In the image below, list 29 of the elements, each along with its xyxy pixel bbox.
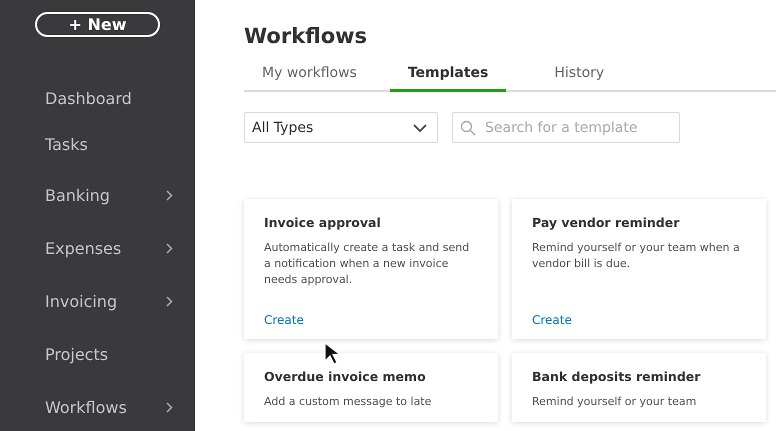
nav-item[interactable]: Tasks bbox=[0, 119, 195, 169]
card-title: Pay vendor reminder bbox=[532, 215, 680, 230]
new-button[interactable]: + New bbox=[35, 12, 160, 37]
card-title: Invoice approval bbox=[264, 215, 382, 230]
nav-item[interactable]: Projects bbox=[0, 328, 195, 381]
card-title: Bank deposits reminder bbox=[532, 369, 702, 384]
chevron-down-icon bbox=[413, 124, 427, 132]
nav-item[interactable]: Banking bbox=[0, 169, 195, 222]
chevron-right-icon bbox=[166, 402, 173, 413]
tab[interactable]: Templates bbox=[390, 65, 506, 92]
page-title: Workflows bbox=[244, 24, 368, 48]
nav-item[interactable]: Expenses bbox=[0, 222, 195, 275]
chevron-right-icon bbox=[166, 190, 173, 201]
tab[interactable]: History bbox=[536, 65, 622, 92]
chevron-right-icon bbox=[166, 243, 173, 254]
type-dropdown[interactable]: All Types bbox=[244, 112, 438, 143]
card-description: Remind yourself or your team bbox=[532, 394, 698, 410]
chevron-right-icon bbox=[166, 296, 173, 307]
create-link[interactable]: Create bbox=[264, 313, 304, 327]
search-field[interactable]: Search for a template bbox=[452, 112, 680, 143]
card-description: Add a custom message to late bbox=[264, 394, 432, 410]
nav-item[interactable]: Workflows bbox=[0, 381, 195, 431]
create-link[interactable]: Create bbox=[532, 313, 572, 327]
nav-item[interactable]: Invoicing bbox=[0, 275, 195, 328]
tab[interactable]: My workflows bbox=[244, 65, 375, 92]
card-description: Automatically create a task and send a notification when a new invoice needs approval. bbox=[264, 240, 470, 288]
card-title: Overdue invoice memo bbox=[264, 369, 427, 384]
nav-item[interactable]: Dashboard bbox=[0, 77, 195, 119]
card-description: Remind yourself or your team when a vendor bill is due. bbox=[532, 240, 741, 272]
